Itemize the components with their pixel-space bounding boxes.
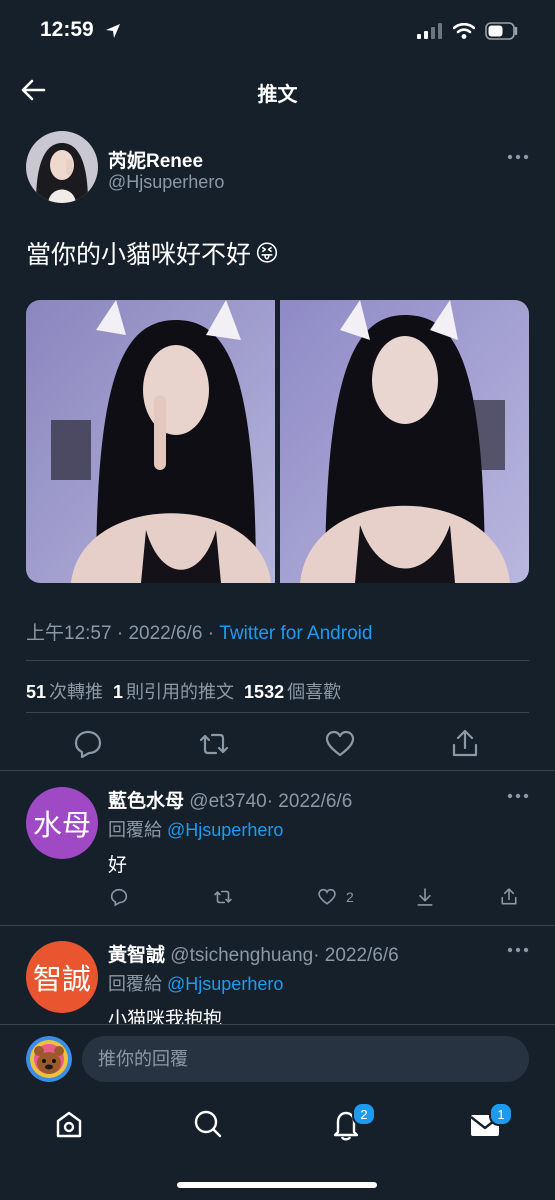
tweet-date: 2022/6/6 bbox=[128, 623, 203, 644]
tweet-photo-1[interactable] bbox=[26, 300, 275, 583]
divider bbox=[0, 770, 555, 771]
like-icon[interactable] bbox=[316, 886, 338, 908]
reply-action-like[interactable]: 2 bbox=[316, 885, 354, 909]
meta-separator: · bbox=[207, 623, 215, 644]
replying-to-label: 回覆給 bbox=[108, 820, 162, 840]
reply-text: 好 bbox=[108, 855, 128, 876]
replying-to: 回覆給 @Hjsuperhero bbox=[108, 816, 283, 842]
download-icon[interactable] bbox=[414, 886, 436, 908]
divider bbox=[26, 712, 529, 713]
status-time: 12:59 bbox=[40, 18, 94, 41]
replying-to-link[interactable]: @Hjsuperhero bbox=[167, 974, 283, 994]
tweet-text: 當你的小貓咪好不好 😝 bbox=[26, 235, 279, 271]
cellular-icon bbox=[417, 23, 442, 39]
retweets-label: 次轉推 bbox=[49, 682, 104, 702]
like-icon[interactable] bbox=[322, 726, 358, 762]
reply-avatar[interactable]: 智誠 bbox=[26, 941, 98, 1013]
retweet-icon[interactable] bbox=[196, 726, 232, 762]
wifi-icon bbox=[453, 23, 475, 39]
likes-stat[interactable]: 1532 個喜歡 bbox=[244, 678, 341, 704]
reply-avatar-text: 智誠 bbox=[32, 964, 91, 996]
meta-separator: · bbox=[116, 623, 124, 644]
reply-author-handle[interactable]: @et3740 bbox=[189, 791, 266, 812]
tweet-stats: 51 次轉推 1 則引用的推文 1532 個喜歡 bbox=[26, 678, 341, 704]
share-icon[interactable] bbox=[447, 726, 483, 762]
tweet-text-content: 當你的小貓咪好不好 bbox=[26, 241, 252, 269]
share-icon[interactable] bbox=[498, 886, 520, 908]
retweets-stat[interactable]: 51 次轉推 bbox=[26, 678, 103, 704]
author-name[interactable]: 芮妮Renee bbox=[108, 146, 203, 173]
divider bbox=[0, 925, 555, 926]
tweet-actions bbox=[0, 726, 555, 762]
replying-to-link[interactable]: @Hjsuperhero bbox=[167, 820, 283, 840]
reply-avatar-text: 水母 bbox=[32, 810, 91, 842]
user-avatar[interactable] bbox=[26, 1036, 72, 1082]
tweet-meta: 上午12:57 · 2022/6/6 · Twitter for Android bbox=[26, 618, 372, 645]
likes-label: 個喜歡 bbox=[287, 682, 342, 702]
notifications-badge: 2 bbox=[352, 1102, 376, 1126]
reply-action-download[interactable] bbox=[414, 885, 436, 909]
more-options-icon[interactable] bbox=[507, 947, 529, 953]
more-options-icon[interactable] bbox=[507, 793, 529, 799]
reply-author-name[interactable]: 黃智誠 bbox=[108, 945, 165, 966]
search-icon[interactable] bbox=[188, 1104, 228, 1144]
squinting-tongue-emoji: 😝 bbox=[255, 239, 279, 266]
reply-action-reply[interactable] bbox=[108, 885, 130, 909]
reply-action-share[interactable] bbox=[498, 885, 520, 909]
more-options-icon[interactable] bbox=[507, 154, 529, 160]
location-arrow-icon bbox=[106, 24, 120, 38]
reply-header: 藍色水母 @et3740· 2022/6/6 bbox=[108, 786, 352, 813]
battery-icon bbox=[485, 22, 518, 40]
retweet-icon[interactable] bbox=[212, 886, 234, 908]
reply-action-retweet[interactable] bbox=[212, 885, 234, 909]
home-indicator bbox=[177, 1182, 377, 1188]
author-avatar[interactable] bbox=[26, 131, 98, 203]
status-icons bbox=[417, 22, 519, 40]
replying-to-label: 回覆給 bbox=[108, 974, 162, 994]
divider bbox=[26, 660, 529, 661]
author-handle[interactable]: @Hjsuperhero bbox=[108, 172, 224, 193]
messages-badge: 1 bbox=[489, 1102, 513, 1126]
reply-date: · 2022/6/6 bbox=[313, 945, 399, 966]
tweet-time: 上午12:57 bbox=[26, 623, 112, 644]
reply-author-name[interactable]: 藍色水母 bbox=[108, 791, 184, 812]
quotes-count: 1 bbox=[113, 682, 124, 702]
home-icon[interactable] bbox=[49, 1104, 89, 1144]
reply-date: · 2022/6/6 bbox=[266, 791, 353, 812]
reply-compose-input[interactable] bbox=[82, 1036, 529, 1082]
page-title: 推文 bbox=[257, 84, 298, 106]
tweet-photo-2[interactable] bbox=[280, 300, 529, 583]
reply-author-handle[interactable]: @tsichenghuang bbox=[170, 945, 313, 966]
reply-icon[interactable] bbox=[108, 886, 130, 908]
reply-header: 黃智誠 @tsichenghuang· 2022/6/6 bbox=[108, 940, 399, 967]
tweet-source-link[interactable]: Twitter for Android bbox=[219, 623, 372, 644]
quotes-label: 則引用的推文 bbox=[126, 682, 235, 702]
likes-count: 1532 bbox=[244, 682, 285, 702]
reply-like-count: 2 bbox=[346, 889, 354, 905]
replying-to: 回覆給 @Hjsuperhero bbox=[108, 970, 283, 996]
reply-avatar[interactable]: 水母 bbox=[26, 787, 98, 859]
retweets-count: 51 bbox=[26, 682, 47, 702]
reply-icon[interactable] bbox=[70, 726, 106, 762]
divider bbox=[0, 1024, 555, 1025]
quotes-stat[interactable]: 1 則引用的推文 bbox=[113, 678, 234, 704]
